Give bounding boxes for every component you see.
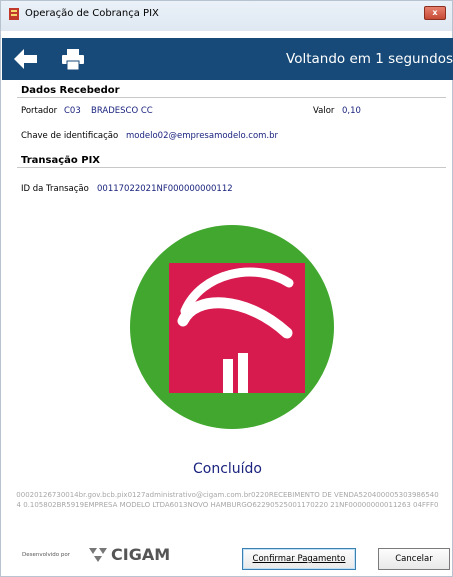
printer-icon[interactable] [58,46,88,72]
portador-label: Portador [21,106,58,116]
app-icon [9,8,19,20]
pix-copy-paste-code: 00020126730014br.gov.bcb.pix0127administ… [16,491,439,509]
pix-payment-window: Operação de Cobrança PIX x Voltando em 1… [0,0,453,577]
countdown-text: Voltando em 1 segundos [286,51,453,67]
section-title-transacao: Transação PIX [21,155,101,166]
cigam-logo: CIGAM [87,544,171,566]
valor-value: 0,10 [342,106,361,116]
window-title: Operação de Cobrança PIX [25,7,159,19]
divider [17,167,446,168]
cancel-label: Cancelar [395,554,433,564]
close-icon: x [432,8,438,17]
divider [17,97,446,98]
title-bar: Operação de Cobrança PIX x [1,1,452,31]
arrow-left-icon[interactable] [10,46,40,72]
bradesco-logo [130,225,334,429]
transaction-id-value: 00117022021NF000000000112 [97,184,233,194]
chave-label: Chave de identificação [21,131,119,141]
confirm-payment-label: Confirmar Pagamento [252,554,346,564]
portador-name: BRADESCO CC [91,106,153,116]
header-bar: Voltando em 1 segundos [2,38,453,80]
transaction-id-label: ID da Transação [21,184,89,194]
cancel-button[interactable]: Cancelar [378,548,450,570]
valor-label: Valor [313,106,335,116]
section-title-recebedor: Dados Recebedor [21,85,120,96]
confirm-payment-button[interactable]: Confirmar Pagamento [242,548,356,570]
chave-value: modelo02@empresamodelo.com.br [126,131,279,141]
brand-name: CIGAM [111,545,171,564]
bank-logo-panel [105,203,361,453]
portador-code: C03 [64,106,81,116]
close-button[interactable]: x [424,6,446,20]
developed-by-label: Desenvolvido por [22,552,71,558]
status-text: Concluído [192,461,262,477]
